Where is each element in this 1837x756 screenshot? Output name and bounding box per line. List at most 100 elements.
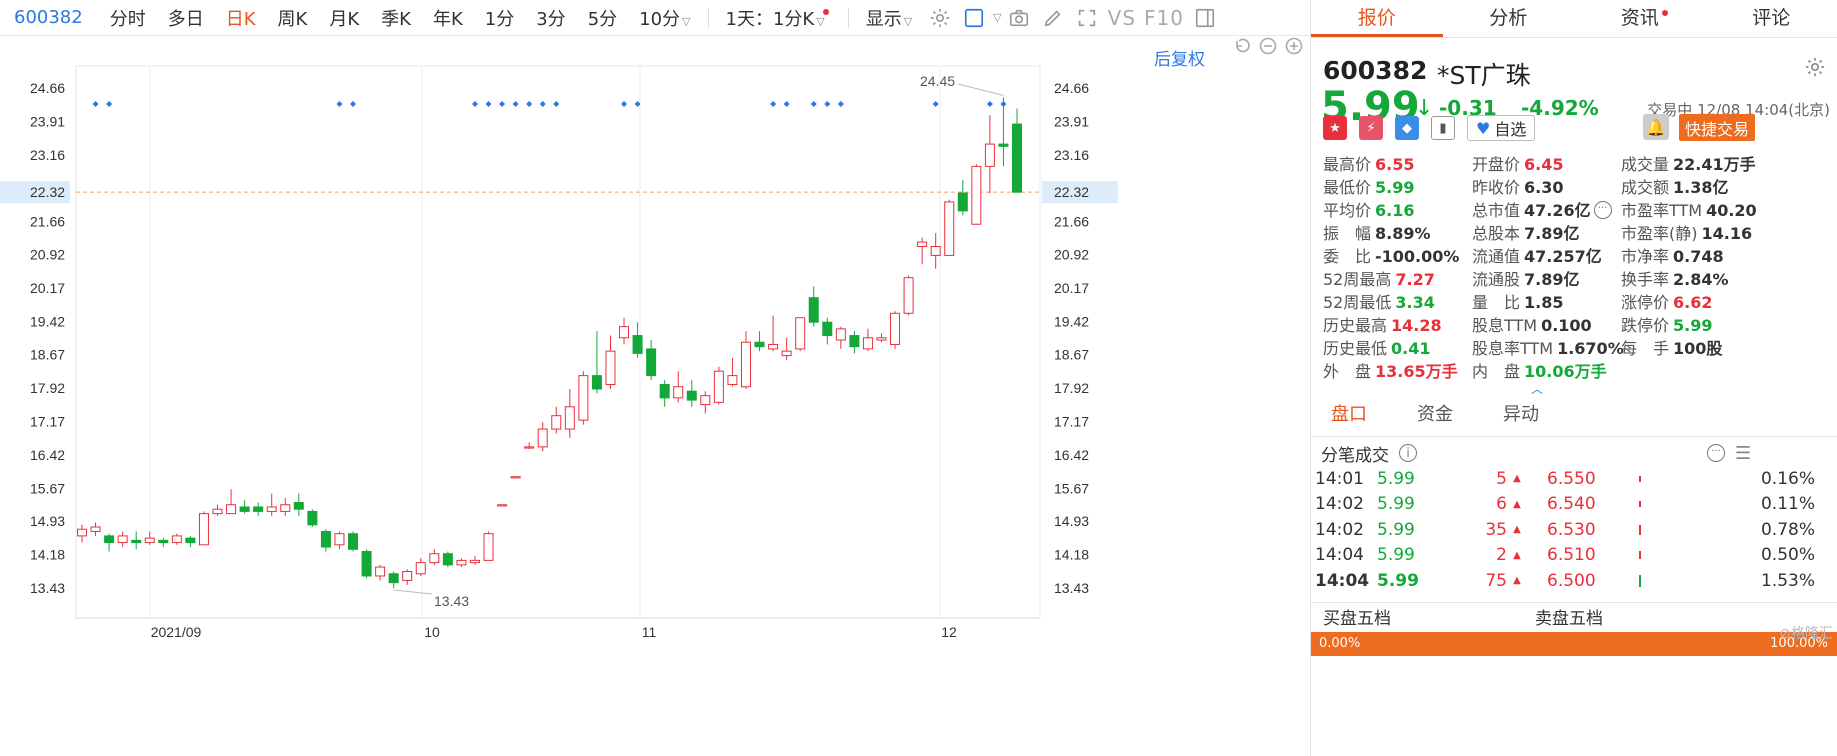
gear-icon[interactable] — [1804, 56, 1826, 78]
tab-niank[interactable]: 年K — [433, 5, 463, 31]
event-marker-icon[interactable] — [539, 101, 546, 107]
bid-price: 6.540 — [1547, 494, 1596, 515]
price-tick-left: 17.17 — [30, 413, 65, 429]
trade-rows: 14:01 5.99 5 ▲ 6.550 0.16% 14:02 5.99 6 ▲ 6.540 0.1… — [1311, 466, 1837, 594]
quote-label: 市盈率(静) — [1621, 224, 1698, 243]
quote-value: 40.20 — [1706, 201, 1757, 220]
tab-jik[interactable]: 季K — [381, 5, 411, 31]
tab-1min[interactable]: 1分 — [485, 5, 514, 31]
chevron-down-icon[interactable]: ▽ — [993, 11, 1001, 24]
camera-icon[interactable] — [1006, 5, 1032, 31]
list-icon[interactable]: ☰ — [1735, 443, 1751, 464]
price-tick-right: 23.91 — [1054, 113, 1089, 129]
kline-svg[interactable]: 24.66 24.66 23.91 23.91 23.16 23.16 22.32 22.32… — [0, 36, 1310, 756]
zoom-in-icon[interactable] — [1284, 36, 1304, 56]
max-leader-line — [957, 83, 1004, 96]
add-watchlist-button[interactable]: ♥ 自选 — [1467, 115, 1536, 141]
event-marker-icon[interactable] — [92, 101, 99, 107]
stock-code-link[interactable]: 600382 — [14, 7, 83, 28]
tab-pankou[interactable]: 盘口 — [1331, 395, 1367, 436]
quote-value: 0.41 — [1391, 339, 1431, 358]
pen-icon[interactable] — [1040, 5, 1066, 31]
f10-icon[interactable]: F10 — [1144, 6, 1184, 30]
lightning-icon[interactable]: ⚡ — [1359, 116, 1383, 140]
trade-time: 14:04 — [1315, 545, 1364, 566]
quote-label: 流通值 — [1472, 247, 1521, 266]
event-marker-icon[interactable] — [485, 101, 492, 107]
tab-5min[interactable]: 5分 — [588, 5, 617, 31]
quote-label: 昨收价 — [1472, 178, 1521, 197]
vs-compare-icon[interactable]: VS — [1108, 6, 1136, 30]
tab-yuek[interactable]: 月K — [329, 5, 359, 31]
event-marker-icon[interactable] — [106, 101, 113, 107]
quote-cell: 最高价 6.55 — [1323, 153, 1472, 176]
settings-gear-icon[interactable] — [927, 5, 953, 31]
china-flag-icon: ★ — [1323, 116, 1347, 140]
candle-up — [497, 504, 508, 507]
candle-up — [564, 406, 575, 430]
event-marker-icon[interactable] — [783, 101, 790, 107]
event-marker-icon[interactable] — [336, 101, 343, 107]
fast-trade-button[interactable]: 快捷交易 — [1679, 114, 1755, 141]
quote-label: 历史最低 — [1323, 339, 1388, 358]
checkbox-icon[interactable] — [961, 5, 987, 31]
tab-fenshi[interactable]: 分时 — [110, 5, 146, 31]
quote-label: 52周最低 — [1323, 293, 1392, 312]
tab-rik[interactable]: 日K — [226, 5, 256, 31]
tab-duori[interactable]: 多日 — [168, 5, 204, 31]
date-tick: 2021/09 — [151, 624, 202, 640]
event-marker-icon[interactable] — [471, 101, 478, 107]
event-marker-icon[interactable] — [553, 101, 560, 107]
display-select[interactable]: 显示 ▽ — [866, 5, 912, 31]
event-marker-icon[interactable] — [512, 101, 519, 107]
bell-icon[interactable]: 🔔 — [1643, 114, 1669, 140]
event-marker-icon[interactable] — [932, 101, 939, 107]
event-marker-icon[interactable] — [824, 101, 831, 107]
panel-toggle-icon[interactable] — [1192, 5, 1218, 31]
event-marker-icon[interactable] — [621, 101, 628, 107]
fullscreen-icon[interactable] — [1074, 5, 1100, 31]
candle-up — [768, 343, 779, 350]
zoom-out-icon[interactable] — [1258, 36, 1278, 56]
tag-icon[interactable]: ◆ — [1395, 116, 1419, 140]
tab-10min[interactable]: 10分 ▽ — [639, 5, 690, 31]
quote-label: 成交额 — [1621, 178, 1670, 197]
more-icon[interactable]: ··· — [1593, 201, 1612, 219]
price-tick-right: 16.42 — [1054, 447, 1089, 463]
event-marker-icon[interactable] — [1000, 101, 1007, 107]
crosshair-value-right: 22.32 — [1054, 184, 1089, 200]
trade-time: 14:02 — [1315, 519, 1364, 540]
event-marker-icon[interactable] — [499, 101, 506, 107]
reset-icon[interactable] — [1232, 36, 1252, 56]
up-triangle-icon: ▲ — [1513, 473, 1521, 485]
tab-yidong[interactable]: 异动 — [1503, 395, 1539, 436]
tab-zhouk[interactable]: 周K — [278, 5, 308, 31]
event-marker-icon[interactable] — [526, 101, 533, 107]
event-marker-icon[interactable] — [986, 101, 993, 107]
quote-value: 7.89亿 — [1524, 270, 1580, 289]
fq-toggle-button[interactable]: 后复权 — [1154, 45, 1205, 70]
candle-down — [388, 573, 399, 584]
event-marker-icon[interactable] — [810, 101, 817, 107]
tab-3min[interactable]: 3分 — [536, 5, 565, 31]
candle-up — [944, 201, 955, 256]
depth-header: 买盘五档 卖盘五档 — [1311, 602, 1837, 634]
more-icon[interactable]: ··· — [1707, 444, 1725, 462]
price-tick-right: 20.17 — [1054, 280, 1089, 296]
quote-label: 涨停价 — [1621, 293, 1670, 312]
trade-volume: 35 — [1485, 519, 1507, 540]
event-marker-icon[interactable] — [770, 101, 777, 107]
bookmark-icon[interactable]: ▮ — [1431, 116, 1455, 140]
period-select[interactable]: 1天：1分K ▽ — [726, 5, 831, 31]
candle-up — [429, 553, 440, 564]
event-marker-icon[interactable] — [837, 101, 844, 107]
candle-up — [117, 535, 128, 544]
kline-chart[interactable]: 24.66 24.66 23.91 23.91 23.16 23.16 22.32 22.32… — [0, 36, 1310, 756]
toolbar-divider — [847, 7, 849, 28]
trade-pct: 0.11% — [1760, 494, 1815, 515]
tab-zijin[interactable]: 资金 — [1417, 395, 1453, 436]
candle-up — [984, 143, 995, 167]
trade-time: 14:04 — [1315, 570, 1370, 591]
info-icon[interactable]: i — [1399, 444, 1417, 462]
event-marker-icon[interactable] — [350, 101, 357, 107]
